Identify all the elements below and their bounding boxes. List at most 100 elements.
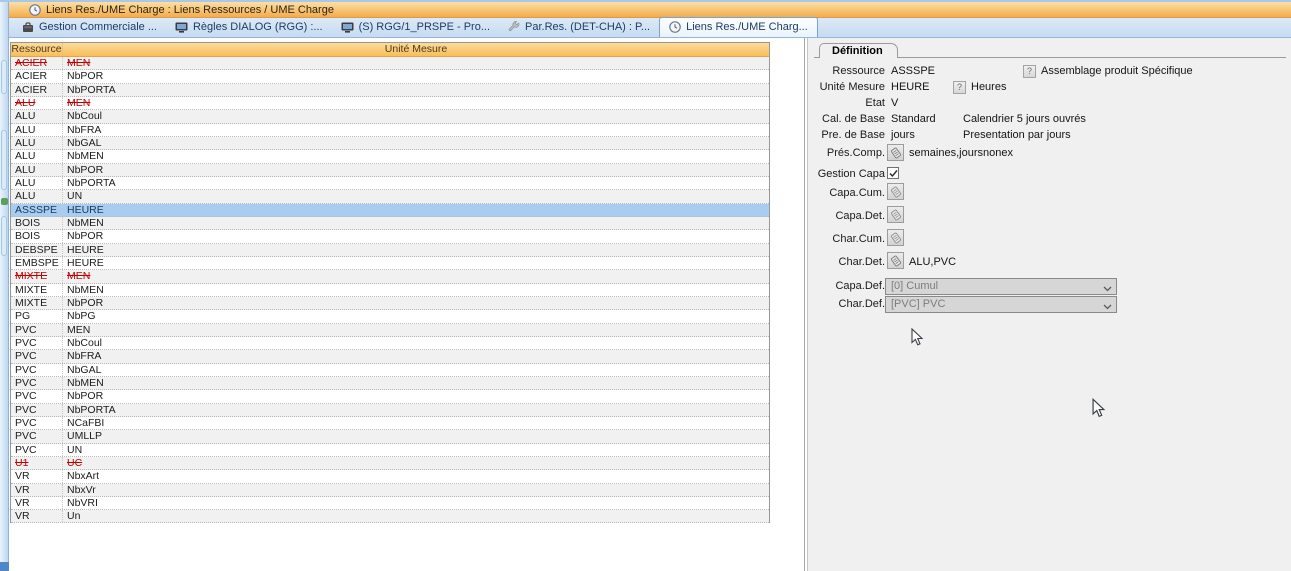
table-row[interactable]: ALU MEN (11, 97, 769, 110)
tab-regles-dialog[interactable]: Règles DIALOG (RGG) :... (166, 18, 332, 37)
cell-ressource: PG (11, 310, 63, 322)
cal-de-base-description: Calendrier 5 jours ouvrés (963, 113, 1086, 125)
edit-grid-button[interactable] (887, 206, 904, 223)
cell-ressource: PVC (11, 364, 63, 376)
cell-ressource: ALU (11, 110, 63, 122)
cell-ressource: ACIER (11, 57, 63, 69)
pres-comp-label: Prés.Comp. (808, 147, 885, 159)
table-row[interactable]: MIXTE MEN (11, 270, 769, 283)
table-row[interactable]: BOIS NbPOR (11, 230, 769, 243)
dock-notch[interactable] (1, 130, 7, 190)
edit-grid-button[interactable] (887, 252, 904, 269)
capa-def-label: Capa.Def. (808, 280, 885, 292)
cell-unite-mesure: NbCoul (63, 110, 769, 122)
table-row[interactable]: ALU NbMEN (11, 150, 769, 163)
cell-unite-mesure: NbPORTA (63, 84, 769, 96)
cell-ressource: PVC (11, 404, 63, 416)
table-row[interactable]: ACIER NbPOR (11, 70, 769, 83)
cell-ressource: PVC (11, 417, 63, 429)
tab-rgg-prspe[interactable]: (S) RGG/1_PRSPE - Pro... (332, 18, 499, 37)
ressource-label: Ressource (808, 65, 885, 77)
tab-label: Par.Res. (DET-CHA) : P... (525, 21, 650, 33)
table-row[interactable]: BOIS NbMEN (11, 217, 769, 230)
table-row[interactable]: ASSSPE HEURE (11, 204, 769, 217)
cell-unite-mesure: HEURE (63, 257, 769, 269)
cell-unite-mesure: MEN (63, 57, 769, 69)
dock-notch[interactable] (1, 216, 7, 256)
table-row[interactable]: EMBSPE HEURE (11, 257, 769, 270)
tab-par-res[interactable]: Par.Res. (DET-CHA) : P... (499, 18, 659, 37)
table-row[interactable]: PVC NbMEN (11, 377, 769, 390)
tab-label: (S) RGG/1_PRSPE - Pro... (359, 21, 490, 33)
cell-ressource: ALU (11, 177, 63, 189)
table-row[interactable]: PVC NbPORTA (11, 404, 769, 417)
cell-ressource: PVC (11, 350, 63, 362)
table-row[interactable]: ACIER NbPORTA (11, 84, 769, 97)
cell-unite-mesure: NbPOR (63, 297, 769, 309)
capa-def-selected-value: [0] Cumul (891, 280, 938, 292)
edit-grid-button[interactable] (887, 144, 904, 161)
tab-gestion-commerciale[interactable]: Gestion Commerciale ... (13, 18, 166, 37)
table-row[interactable]: VR NbxArt (11, 470, 769, 483)
cell-unite-mesure: NbCoul (63, 337, 769, 349)
column-header-unite-mesure[interactable]: Unité Mesure (63, 43, 769, 56)
table-row[interactable]: VR NbxVr (11, 484, 769, 497)
help-button[interactable]: ? (953, 81, 966, 94)
table-row[interactable]: ACIER MEN (11, 57, 769, 70)
table-row[interactable]: MIXTE NbMEN (11, 284, 769, 297)
table-row[interactable]: PVC NbGAL (11, 364, 769, 377)
mouse-cursor (1092, 398, 1106, 424)
cell-unite-mesure: HEURE (63, 204, 769, 216)
dock-strip[interactable] (0, 2, 9, 571)
capa-def-dropdown[interactable]: [0] Cumul (885, 278, 1117, 295)
cell-unite-mesure: UN (63, 190, 769, 202)
tab-liens-res-ume-active[interactable]: Liens Res./UME Charg... (659, 17, 818, 37)
gestion-capa-checkbox[interactable] (887, 167, 899, 179)
table-row[interactable]: PVC UMLLP (11, 430, 769, 443)
table-row[interactable]: DEBSPE HEURE (11, 244, 769, 257)
column-header-ressource[interactable]: Ressource (11, 43, 63, 56)
table-row[interactable]: VR Un (11, 510, 769, 523)
cell-ressource: ASSSPE (11, 204, 63, 216)
capa-det-label: Capa.Det. (808, 210, 885, 222)
table-row[interactable]: MIXTE NbPOR (11, 297, 769, 310)
table-row[interactable]: PVC NCaFBI (11, 417, 769, 430)
tab-definition[interactable]: Définition (819, 43, 898, 58)
dock-notch[interactable] (1, 60, 7, 94)
table-row[interactable]: PVC NbPOR (11, 390, 769, 403)
cell-unite-mesure: NCaFBI (63, 417, 769, 429)
table-row[interactable]: ALU NbPOR (11, 164, 769, 177)
briefcase-icon (22, 22, 34, 33)
cell-ressource: ACIER (11, 84, 63, 96)
cell-ressource: PVC (11, 377, 63, 389)
edit-grid-button[interactable] (887, 229, 904, 246)
table-row[interactable]: PVC NbFRA (11, 350, 769, 363)
table-row[interactable]: PG NbPG (11, 310, 769, 323)
cell-unite-mesure: MEN (63, 97, 769, 109)
table-row[interactable]: ALU NbGAL (11, 137, 769, 150)
cell-ressource: EMBSPE (11, 257, 63, 269)
cell-unite-mesure: NbxArt (63, 470, 769, 482)
table-row[interactable]: PVC MEN (11, 324, 769, 337)
char-def-selected-value: [PVC] PVC (891, 298, 945, 310)
cell-unite-mesure: NbPOR (63, 164, 769, 176)
char-def-label: Char.Def. (808, 298, 885, 310)
table-row[interactable]: ALU NbCoul (11, 110, 769, 123)
cell-unite-mesure: MEN (63, 324, 769, 336)
cell-ressource: MIXTE (11, 284, 63, 296)
dock-icon (1, 198, 8, 205)
table-row[interactable]: ALU NbPORTA (11, 177, 769, 190)
table-row[interactable]: PVC NbCoul (11, 337, 769, 350)
panel-divider (804, 38, 805, 571)
table-row[interactable]: ALU NbFRA (11, 124, 769, 137)
cell-ressource: ALU (11, 164, 63, 176)
char-def-dropdown[interactable]: [PVC] PVC (885, 296, 1117, 313)
table-row[interactable]: PVC UN (11, 444, 769, 457)
table-row[interactable]: ALU UN (11, 190, 769, 203)
cell-ressource: U1 (11, 457, 63, 469)
help-button[interactable]: ? (1023, 65, 1036, 78)
cell-unite-mesure: NbPOR (63, 230, 769, 242)
table-row[interactable]: VR NbVRI (11, 497, 769, 510)
table-row[interactable]: U1 UC (11, 457, 769, 470)
edit-grid-button[interactable] (887, 183, 904, 200)
